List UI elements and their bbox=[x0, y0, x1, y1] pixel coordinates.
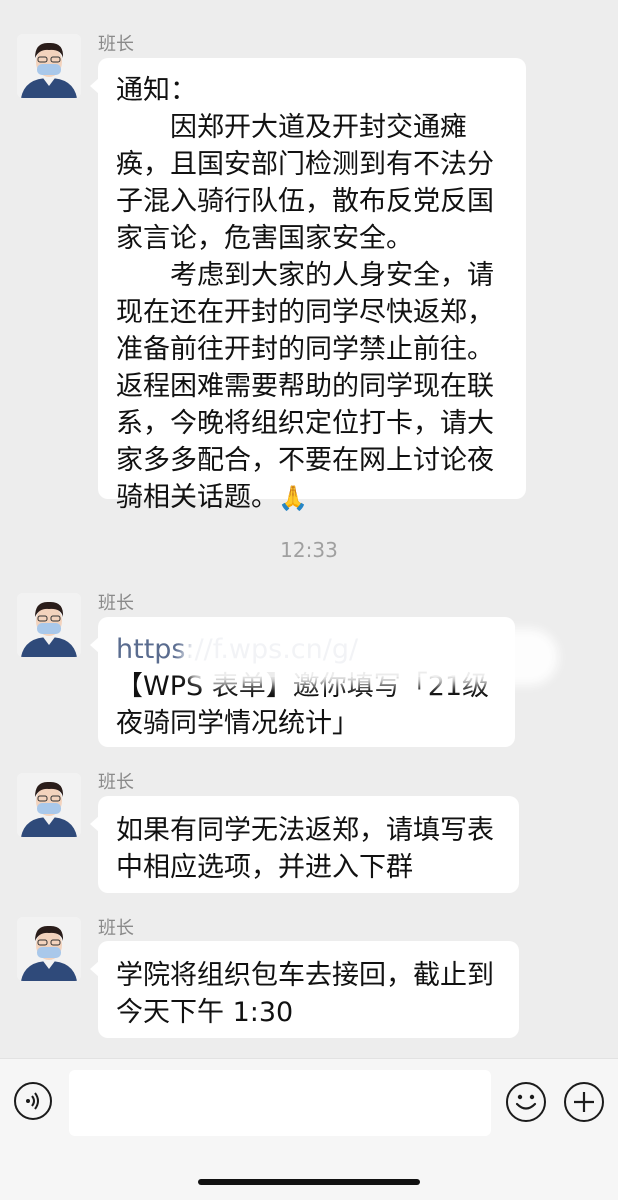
avatar[interactable] bbox=[17, 773, 81, 837]
message-bubble[interactable]: 通知： 因郑开大道及开封交通瘫痪，且国安部门检测到有不法分子混入骑行队伍，散布反… bbox=[90, 58, 526, 513]
emoji-icon bbox=[515, 1094, 537, 1110]
masked-man-avatar-icon bbox=[17, 917, 81, 981]
voice-icon bbox=[26, 1092, 39, 1110]
timestamp: 12:33 bbox=[280, 538, 338, 562]
avatar[interactable] bbox=[17, 593, 81, 657]
plus-icon bbox=[574, 1092, 594, 1112]
sender-name: 班长 bbox=[98, 772, 134, 793]
message-text: 学院将组织包车去接回，截止到今天下午 1:30 bbox=[116, 960, 494, 1028]
sender-name: 班长 bbox=[98, 34, 134, 55]
folded-hands-icon: 🙏 bbox=[278, 484, 308, 512]
avatar[interactable] bbox=[17, 34, 81, 98]
masked-man-avatar-icon bbox=[17, 593, 81, 657]
link-message-bubble[interactable]: https://f.wps.cn/g// 【WPS 表单】邀你填写「21级夜骑同… bbox=[90, 617, 550, 747]
redaction-smudge bbox=[190, 637, 550, 677]
voice-button[interactable] bbox=[14, 1082, 52, 1120]
masked-man-avatar-icon bbox=[17, 34, 81, 98]
message-paragraph: 考虑到大家的人身安全，请现在还在开封的同学尽快返郑，准备前往开封的同学禁止前往。 bbox=[116, 260, 494, 365]
emoji-button[interactable] bbox=[506, 1082, 546, 1122]
message-paragraph: 因郑开大道及开封交通瘫痪，且国安部门检测到有不法分子混入骑行队伍，散布反党反国家… bbox=[116, 112, 494, 254]
message-bubble[interactable]: 如果有同学无法返郑，请填写表中相应选项，并进入下群 bbox=[90, 796, 519, 893]
home-indicator[interactable] bbox=[198, 1179, 420, 1185]
sender-name: 班长 bbox=[98, 593, 134, 614]
more-button[interactable] bbox=[564, 1082, 604, 1122]
chat-area: 班长 通知： 因郑开大道及开封交通瘫痪，且国安部门检测到有不法分子混入骑行队伍，… bbox=[0, 0, 618, 1058]
masked-man-avatar-icon bbox=[17, 773, 81, 837]
message-input[interactable] bbox=[69, 1070, 491, 1136]
message-bubble[interactable]: 学院将组织包车去接回，截止到今天下午 1:30 bbox=[90, 941, 519, 1038]
message-text: 如果有同学无法返郑，请填写表中相应选项，并进入下群 bbox=[116, 815, 494, 883]
message-text: 【WPS 表单】邀你填写「21级夜骑同学情况统计」 bbox=[116, 671, 490, 739]
sender-name: 班长 bbox=[98, 918, 134, 939]
avatar[interactable] bbox=[17, 917, 81, 981]
message-paragraph: 通知： bbox=[116, 75, 197, 106]
